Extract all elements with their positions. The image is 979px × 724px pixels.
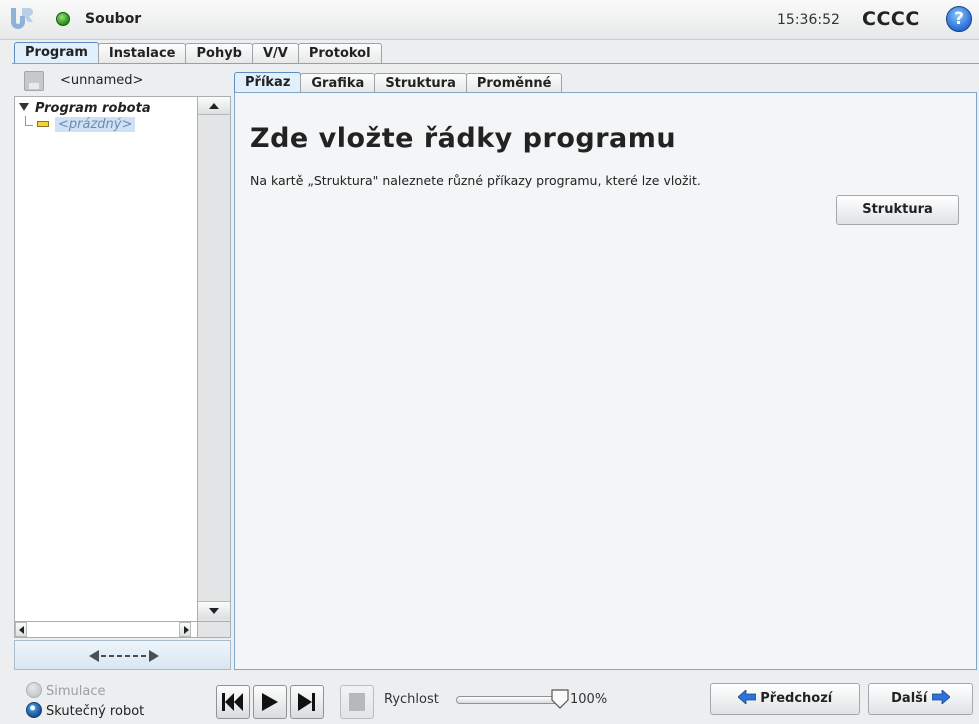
speed-slider-handle[interactable] (551, 689, 569, 709)
speed-label: Rychlost (384, 692, 439, 707)
step-button[interactable] (290, 685, 324, 719)
tab-move[interactable]: Pohyb (185, 43, 253, 64)
next-button[interactable]: Další (868, 683, 973, 715)
play-button[interactable] (253, 685, 287, 719)
arrow-down-icon (209, 608, 219, 614)
tree-connector (25, 116, 33, 126)
arrow-right-icon (931, 690, 950, 704)
stop-button[interactable] (340, 685, 374, 719)
simulation-option[interactable]: Simulace (26, 682, 106, 699)
tab-installation[interactable]: Instalace (97, 43, 187, 64)
scroll-right-button[interactable] (179, 622, 191, 637)
skip-back-icon (222, 693, 243, 711)
program-name: <unnamed> (60, 73, 144, 88)
real-robot-option[interactable]: Skutečný robot (26, 702, 144, 719)
expand-arrow-icon[interactable] (19, 103, 29, 111)
tree-root-item[interactable]: Program robota (19, 101, 151, 116)
step-forward-icon (298, 693, 315, 711)
program-tree[interactable]: Program robota <prázdný> (14, 96, 198, 622)
arrow-right-icon (184, 626, 189, 634)
clock: 15:36:52 (777, 12, 840, 28)
speed-slider[interactable] (456, 696, 561, 704)
page-description: Na kartě „Struktura" naleznete různé pří… (250, 173, 701, 188)
radio-off-icon (26, 682, 42, 698)
tree-horizontal-scrollbar[interactable] (14, 622, 198, 638)
top-bar: Soubor 15:36:52 CCCC ? (0, 0, 979, 40)
robot-name: CCCC (862, 8, 920, 30)
next-label: Další (891, 691, 928, 706)
main-tabs: Program Instalace Pohyb V/V Protokol (14, 42, 382, 64)
simulation-label: Simulace (46, 684, 106, 699)
play-icon (262, 693, 278, 711)
scroll-up-button[interactable] (198, 97, 230, 115)
tab-structure[interactable]: Struktura (374, 73, 467, 93)
panel-resize-handle[interactable] (14, 640, 231, 670)
arrow-up-icon (209, 103, 219, 109)
program-header: <unnamed> (14, 66, 231, 96)
arrow-left-icon (737, 690, 756, 704)
command-panel: Zde vložte řádky programu Na kartě „Stru… (234, 92, 977, 670)
resize-arrows-icon (89, 650, 159, 662)
help-icon[interactable]: ? (946, 6, 972, 32)
save-icon[interactable] (24, 71, 44, 91)
radio-on-icon (26, 702, 42, 718)
tab-variables[interactable]: Proměnné (465, 73, 563, 93)
empty-node-icon (37, 121, 49, 127)
previous-label: Předchozí (760, 691, 833, 706)
tab-divider (12, 63, 979, 64)
tab-graphics[interactable]: Grafika (300, 73, 376, 93)
robot-status-icon (56, 12, 70, 26)
tree-vertical-scrollbar[interactable] (198, 96, 231, 622)
tab-command[interactable]: Příkaz (234, 72, 302, 93)
sub-tabs: Příkaz Grafika Struktura Proměnné (234, 71, 563, 93)
structure-button[interactable]: Struktura (836, 195, 959, 225)
tree-root-label: Program robota (35, 101, 151, 116)
real-robot-label: Skutečný robot (46, 704, 145, 719)
previous-button[interactable]: Předchozí (710, 683, 860, 715)
scrollbar-corner (198, 622, 231, 638)
scroll-down-button[interactable] (198, 601, 230, 619)
file-menu[interactable]: Soubor (85, 11, 141, 27)
rewind-button[interactable] (216, 685, 250, 719)
page-title: Zde vložte řádky programu (250, 123, 677, 154)
arrow-left-icon (19, 626, 24, 634)
ur-logo-icon (11, 8, 33, 29)
scroll-left-button[interactable] (15, 622, 27, 637)
tab-io[interactable]: V/V (251, 43, 299, 64)
speed-value: 100% (570, 692, 608, 707)
tree-empty-item[interactable]: <prázdný> (55, 117, 136, 132)
tab-program[interactable]: Program (14, 42, 99, 64)
stop-icon (349, 693, 365, 711)
tab-log[interactable]: Protokol (297, 43, 382, 64)
